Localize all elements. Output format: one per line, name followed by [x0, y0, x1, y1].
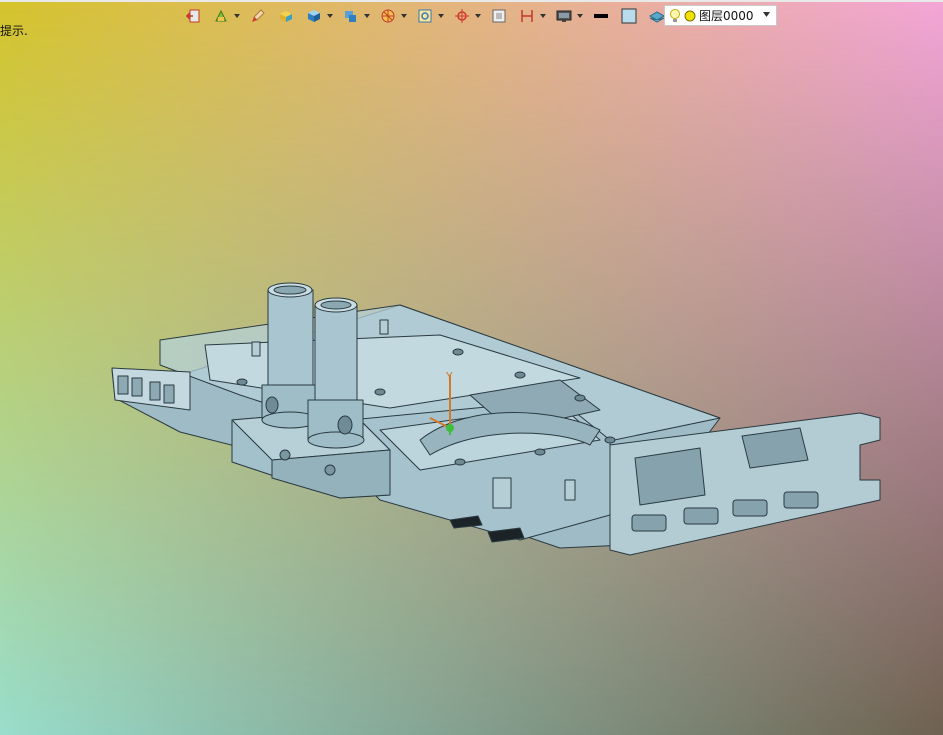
snap-target-icon[interactable]	[451, 5, 473, 27]
sketch-layers-icon[interactable]	[210, 5, 232, 27]
hint-text: 提示.	[0, 24, 28, 38]
section-view-dropdown[interactable]	[399, 5, 408, 27]
display-monitor-dropdown[interactable]	[575, 5, 584, 27]
view-orientation-icon[interactable]	[340, 5, 362, 27]
snap-target-dropdown[interactable]	[473, 5, 482, 27]
svg-text:Y: Y	[445, 370, 453, 383]
cube-view-dropdown[interactable]	[325, 5, 334, 27]
solid-block-icon[interactable]	[275, 5, 297, 27]
window-top-strip	[0, 0, 943, 2]
chevron-down-icon[interactable]	[763, 12, 770, 17]
frame-icon[interactable]	[488, 5, 510, 27]
zoom-fit-icon[interactable]	[414, 5, 436, 27]
display-monitor-icon[interactable]	[553, 5, 575, 27]
dimension-dropdown[interactable]	[538, 5, 547, 27]
brush-icon[interactable]	[247, 5, 269, 27]
outlet-fitting	[307, 297, 365, 449]
layer-color-dot-icon[interactable]	[684, 10, 696, 22]
layer-selector[interactable]: 图层0000	[664, 5, 777, 26]
light-bulb-icon[interactable]	[669, 8, 681, 24]
layer-name: 图层0000	[699, 9, 754, 23]
screw	[324, 464, 336, 476]
sketch-layers-dropdown[interactable]	[232, 5, 241, 27]
section-view-icon[interactable]	[377, 5, 399, 27]
cube-view-icon[interactable]	[303, 5, 325, 27]
zoom-fit-dropdown[interactable]	[436, 5, 445, 27]
view-toolbar	[182, 4, 683, 28]
view-orientation-dropdown[interactable]	[362, 5, 371, 27]
dimension-icon[interactable]	[516, 5, 538, 27]
viewport-background: Y	[0, 0, 943, 735]
exit-sketch-icon[interactable]	[182, 5, 204, 27]
3d-viewport[interactable]: Y 提示. 图层0000	[0, 0, 943, 735]
screw	[279, 449, 291, 461]
line-color-icon[interactable]	[590, 5, 612, 27]
fill-color-icon[interactable]	[618, 5, 640, 27]
